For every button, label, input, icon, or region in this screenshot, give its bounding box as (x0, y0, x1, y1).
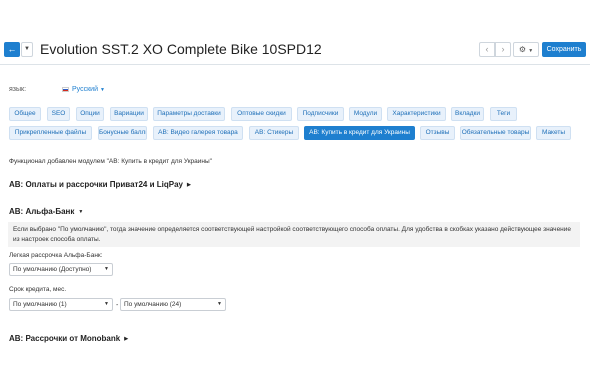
credit-term-label: Срок кредита, мес. (9, 286, 67, 293)
section-mono-title: AB: Рассрочки от Monobank (9, 334, 121, 343)
tab-10-tabs1[interactable]: Вкладки (451, 107, 484, 121)
tab-8-tabs2[interactable]: Макеты (536, 126, 571, 140)
save-button[interactable]: Сохранить (542, 42, 586, 57)
chevron-left-icon: ‹ (485, 44, 489, 54)
credit-term-from-value: По умолчанию (1) (13, 301, 67, 308)
next-item-button[interactable]: › (495, 42, 511, 57)
caret-right-icon: ▶ (124, 335, 129, 342)
tab-2-tabs1[interactable]: SEO (47, 107, 70, 121)
section-alfa-toggle[interactable]: AB: Альфа-Банк ▼ (9, 207, 83, 216)
module-note: Функционал добавлен модулем "AB: Купить … (9, 158, 212, 165)
russian-flag-icon (62, 86, 69, 92)
tab-3-tabs2[interactable]: AB: Видео галерея товара (153, 126, 243, 140)
settings-dropdown-button[interactable]: ⚙ ▼ (513, 42, 539, 57)
header-divider (0, 64, 590, 65)
page-title: Evolution SST.2 XO Complete Bike 10SPD12 (40, 41, 322, 57)
arrow-left-icon: ← (7, 44, 17, 54)
language-label: язык: (9, 86, 27, 93)
tab-8-tabs1[interactable]: Модули (349, 107, 382, 121)
tab-5-tabs1[interactable]: Параметры доставки (153, 107, 225, 121)
section-privat-title: AB: Оплаты и рассрочки Приват24 и LiqPay (9, 180, 183, 189)
tab-1-tabs2[interactable]: Прикрепленные файлы (9, 126, 92, 140)
tab-1-tabs1[interactable]: Общее (9, 107, 41, 121)
back-button[interactable]: ← (4, 42, 20, 57)
chevron-down-icon: ▼ (104, 301, 109, 307)
chevron-down-icon: ▼ (104, 266, 109, 272)
chevron-down-icon: ▼ (528, 48, 534, 54)
chevron-down-icon: ▼ (24, 46, 30, 52)
gear-icon: ⚙ (518, 45, 526, 54)
tab-3-tabs1[interactable]: Опции (76, 107, 104, 121)
language-selector[interactable]: Русский ▼ (62, 86, 105, 93)
prev-item-button[interactable]: ‹ (479, 42, 495, 57)
credit-term-to-select[interactable]: По умолчанию (24) ▼ (120, 298, 226, 311)
easy-installment-label: Легкая рассрочка Альфа-Банк: (9, 252, 103, 259)
chevron-down-icon: ▼ (99, 87, 105, 93)
section-mono-toggle[interactable]: AB: Рассрочки от Monobank ▶ (9, 334, 128, 343)
language-value: Русский (72, 86, 98, 93)
easy-installment-select[interactable]: По умолчанию (Доступно) ▼ (9, 263, 113, 276)
info-box: Если выбрано "По умолчанию", тогда значе… (8, 222, 580, 247)
top-toolbar: ← ▼ Evolution SST.2 XO Complete Bike 10S… (0, 37, 590, 65)
credit-term-from-select[interactable]: По умолчанию (1) ▼ (9, 298, 113, 311)
tab-6-tabs1[interactable]: Оптовые скидки (231, 107, 292, 121)
tab-5-tabs2[interactable]: AB: Купить в кредит для Украины (304, 126, 415, 140)
back-dropdown-button[interactable]: ▼ (21, 42, 33, 57)
tab-2-tabs2[interactable]: Бонусные баллы (98, 126, 147, 140)
tab-11-tabs1[interactable]: Теги (490, 107, 517, 121)
tab-7-tabs2[interactable]: Обязательные товары (460, 126, 531, 140)
caret-right-icon: ▶ (186, 181, 191, 188)
tab-9-tabs1[interactable]: Характеристики (387, 107, 446, 121)
tab-7-tabs1[interactable]: Подписчики (297, 107, 344, 121)
section-privat-toggle[interactable]: AB: Оплаты и рассрочки Приват24 и LiqPay… (9, 180, 191, 189)
tab-4-tabs1[interactable]: Вариации (110, 107, 148, 121)
tab-4-tabs2[interactable]: AB: Стикеры (249, 126, 299, 140)
chevron-down-icon: ▼ (217, 301, 222, 307)
section-alfa-title: AB: Альфа-Банк (9, 207, 75, 216)
chevron-right-icon: › (501, 44, 505, 54)
easy-installment-value: По умолчанию (Доступно) (13, 266, 92, 273)
range-dash: - (116, 302, 119, 309)
credit-term-to-value: По умолчанию (24) (124, 301, 182, 308)
caret-down-icon: ▼ (78, 208, 84, 215)
tab-6-tabs2[interactable]: Отзывы (420, 126, 455, 140)
